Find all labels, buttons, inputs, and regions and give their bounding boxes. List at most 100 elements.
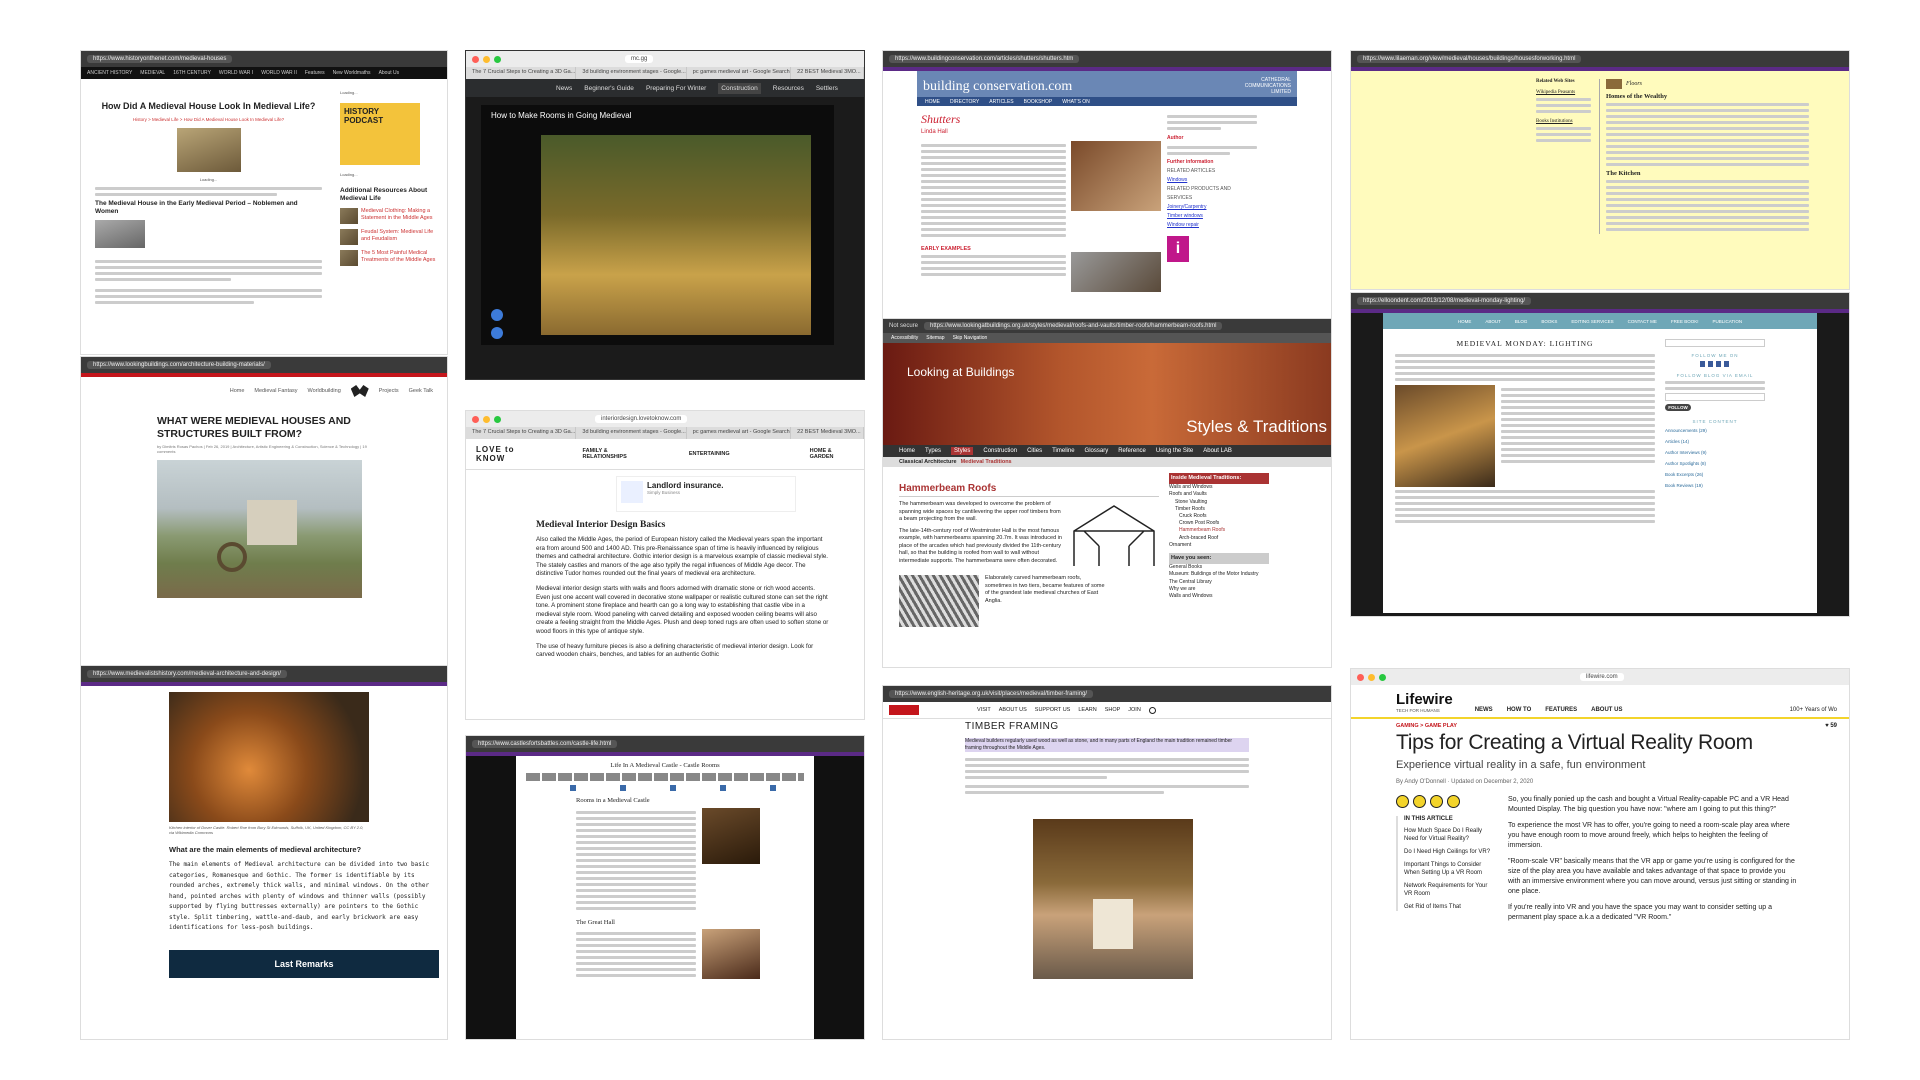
nav-item[interactable]: SUPPORT US [1035,707,1071,713]
nav-item[interactable]: HOME & GARDEN [810,448,854,460]
nav-item[interactable]: MEDIEVAL [140,70,165,76]
nav-item[interactable]: FEATURES [1545,707,1577,713]
sidebar-link[interactable]: Window repair [1167,221,1257,230]
address-bar[interactable]: https://elloondent.com/2013/12/08/mediev… [1357,297,1532,305]
address-bar[interactable]: mc.gg [625,55,654,63]
toc-item[interactable]: How Much Space Do I Really Need for Virt… [1404,827,1496,843]
nav-item[interactable]: BOOKSHOP [1024,99,1053,105]
nav-item[interactable]: Worldbuilding [308,388,341,394]
nav-item[interactable]: About Us [379,70,400,76]
social-icons[interactable] [526,785,804,791]
site-link[interactable]: Book Reviews (19) [1665,483,1765,488]
nav-item[interactable]: 16TH CENTURY [173,70,211,76]
nav-item[interactable]: ABOUT US [999,707,1027,713]
nav-item[interactable]: Home [230,388,245,394]
site-link[interactable]: Author Spotlights (8) [1665,461,1765,466]
nav-item[interactable]: FREE BOOK! [1671,319,1699,324]
toc-item[interactable]: Network Requirements for Your VR Room [1404,882,1496,898]
tab[interactable]: The 7 Crucial Steps to Creating a 3D Ga.… [466,427,577,439]
breadcrumb[interactable]: GAMING > GAME PLAY [1396,723,1457,729]
sidebar-link[interactable]: Timber Roofs [1169,506,1269,513]
nav-item[interactable]: LEARN [1078,707,1096,713]
site-brand[interactable]: building conservation.com [923,79,1072,95]
nav-item[interactable]: ARTICLES [989,99,1013,105]
not-secure-label[interactable]: Not secure [889,323,918,329]
site-link[interactable]: Book Excerpts (26) [1665,472,1765,477]
facebook-share-icon[interactable] [1413,795,1426,808]
nav-item[interactable]: DIRECTORY [950,99,979,105]
utility-link[interactable]: Accessibility [891,335,918,341]
sidebar-link[interactable]: Cruck Roofs [1169,513,1269,520]
nav-item[interactable]: HOME [925,99,940,105]
nav-item[interactable]: ABOUT [1485,319,1501,324]
nav-item[interactable]: JOIN [1128,707,1141,713]
social-icons[interactable] [1700,361,1730,367]
nav-item[interactable]: Types [925,448,941,454]
tab[interactable]: pc games medieval art - Google Search [687,427,792,439]
address-bar[interactable]: interiordesign.lovetoknow.com [595,415,688,423]
sidebar-link[interactable]: Hammerbeam Roofs [1169,527,1269,534]
address-bar[interactable]: https://www.lookingbuildings.com/archite… [87,361,271,369]
nav-item[interactable]: Styles [951,447,974,455]
nav-item[interactable]: Projects [379,388,399,394]
email-input[interactable] [1665,393,1765,401]
column-link[interactable]: Wikipedia Peasants [1536,90,1591,95]
share-icon[interactable] [491,327,503,339]
nav-item[interactable]: Resources [773,85,804,92]
nav-item[interactable]: Construction [718,82,761,94]
nav-item[interactable]: HOME [1458,319,1472,324]
address-bar[interactable]: https://www.buildingconservation.com/art… [889,55,1080,63]
sidebar-link[interactable]: Walls and Windows [1169,593,1269,600]
address-bar[interactable]: https://www.medievalistshistory.com/medi… [87,670,287,678]
pinterest-share-icon[interactable] [1430,795,1443,808]
site-link[interactable]: Author Interviews (9) [1665,450,1765,455]
subnav-item[interactable]: Classical Architecture [899,459,957,465]
sidebar-link[interactable]: Stone Vaulting [1169,499,1269,506]
toc-item[interactable]: Get Rid of Items That [1404,903,1496,911]
like-count[interactable]: ♥ 59 [1825,723,1837,729]
sidebar-link[interactable]: Crown Post Roofs [1169,520,1269,527]
nav-item[interactable]: ENTERTAINING [689,451,730,457]
sidebar-link[interactable]: The Central Library [1169,579,1269,586]
breadcrumb[interactable]: History > Medieval Life > How Did A Medi… [95,116,322,124]
resource-link[interactable]: The 5 Most Painful Medical Treatments of… [340,250,442,266]
nav-item[interactable]: BOOKS [1541,319,1557,324]
nav-item[interactable]: PUBLICATION [1712,319,1742,324]
nav-item[interactable]: Geek Talk [409,388,433,394]
sidebar-link[interactable]: Roofs and Vaults [1169,491,1269,498]
nav-item[interactable]: Home [899,448,915,454]
nav-item[interactable]: ANCIENT HISTORY [87,70,132,76]
nav-item[interactable]: Construction [983,448,1017,454]
nav-item[interactable]: New Worldmaths [333,70,371,76]
nav-item[interactable]: Timeline [1052,448,1074,454]
tab[interactable]: 3d building environment stages - Google.… [576,427,687,439]
podcast-banner[interactable]: HISTORY PODCAST [340,103,420,165]
search-input[interactable] [1665,339,1765,347]
info-icon[interactable]: i [1167,236,1189,262]
sidebar-link[interactable]: Why we are [1169,586,1269,593]
address-bar[interactable]: https://www.lilaeman.org/view/medieval/h… [1357,55,1582,63]
site-link[interactable]: Announcements (29) [1665,428,1765,433]
nav-item[interactable]: SHOP [1105,707,1121,713]
ad-banner[interactable]: Landlord insurance. Simply Business [616,476,796,512]
sidebar-link[interactable]: Windows [1167,176,1257,185]
address-bar[interactable]: lifewire.com [1580,673,1624,681]
toc-item[interactable]: Important Things to Consider When Settin… [1404,861,1496,877]
nav-item[interactable]: WHAT'S ON [1062,99,1090,105]
sidebar-link[interactable]: Arch-braced Roof [1169,535,1269,542]
nav-strip[interactable] [526,773,804,781]
tab[interactable]: 22 BEST Medieval 3MO... [791,67,864,79]
bat-logo-icon[interactable] [350,385,369,397]
nav-item[interactable]: Beginner's Guide [584,85,634,92]
nav-item[interactable]: About LAB [1203,448,1232,454]
sidebar-link[interactable]: Museum: Buildings of the Motor Industry [1169,571,1269,578]
nav-item[interactable]: VISIT [977,707,991,713]
twitter-share-icon[interactable] [1396,795,1409,808]
nav-item[interactable]: Settlers [816,85,838,92]
email-share-icon[interactable] [1447,795,1460,808]
sidebar-link[interactable]: General Books [1169,564,1269,571]
site-title[interactable]: Looking at Buildings [907,365,1014,379]
nav-item[interactable]: CONTACT ME [1628,319,1657,324]
nav-item[interactable]: Using the Site [1156,448,1193,454]
nav-item[interactable]: EDITING SERVICES [1571,319,1613,324]
